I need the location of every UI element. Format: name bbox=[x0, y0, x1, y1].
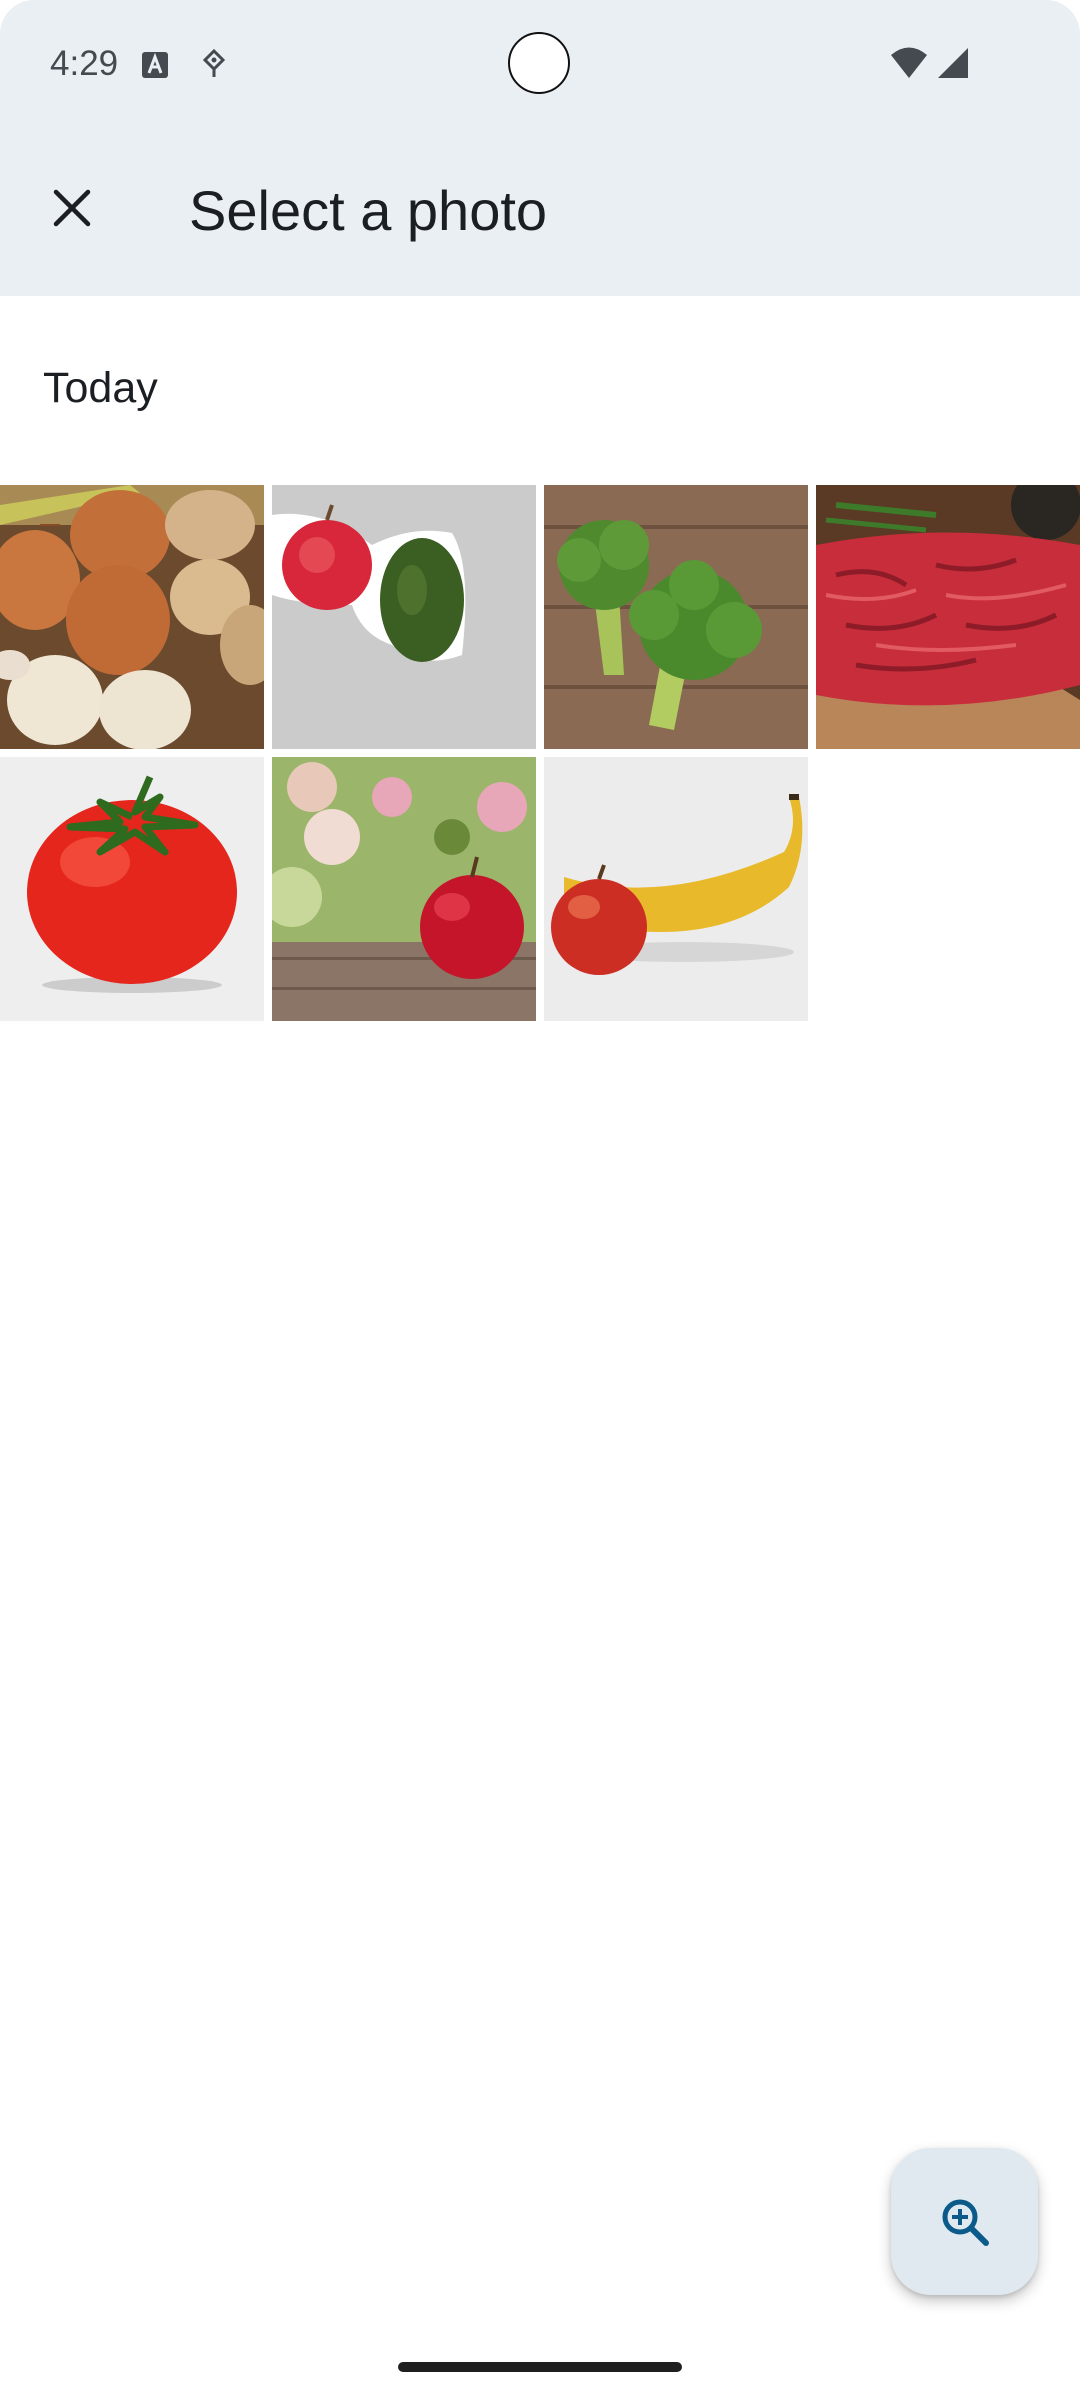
font-a-icon bbox=[142, 52, 168, 78]
photo-thumbnail-tomato[interactable] bbox=[0, 757, 264, 1021]
signal-icon bbox=[938, 48, 968, 78]
zoom-in-button[interactable] bbox=[891, 2148, 1038, 2295]
photo-thumbnail-apple-avocado[interactable] bbox=[272, 485, 536, 749]
wifi-icon bbox=[891, 47, 927, 78]
close-button[interactable] bbox=[36, 172, 108, 244]
status-time: 4:29 bbox=[50, 44, 119, 83]
page-title: Select a photo bbox=[189, 179, 548, 242]
close-icon bbox=[53, 189, 91, 227]
photo-thumbnail-apple-flowers[interactable] bbox=[272, 757, 536, 1021]
zoom-in-icon bbox=[942, 2199, 989, 2246]
photo-thumbnail-broccoli[interactable] bbox=[544, 485, 808, 749]
section-header-today: Today bbox=[43, 364, 158, 412]
top-app-bar: 4:29 Select a photo bbox=[0, 0, 1080, 296]
camera-cutout bbox=[508, 32, 570, 94]
location-pin-icon bbox=[202, 49, 226, 77]
home-indicator[interactable] bbox=[398, 2362, 682, 2372]
photo-thumbnail-apple-banana[interactable] bbox=[544, 757, 808, 1021]
photo-thumbnail-ground-beef[interactable] bbox=[816, 485, 1080, 749]
photo-thumbnail-onions[interactable] bbox=[0, 485, 264, 749]
